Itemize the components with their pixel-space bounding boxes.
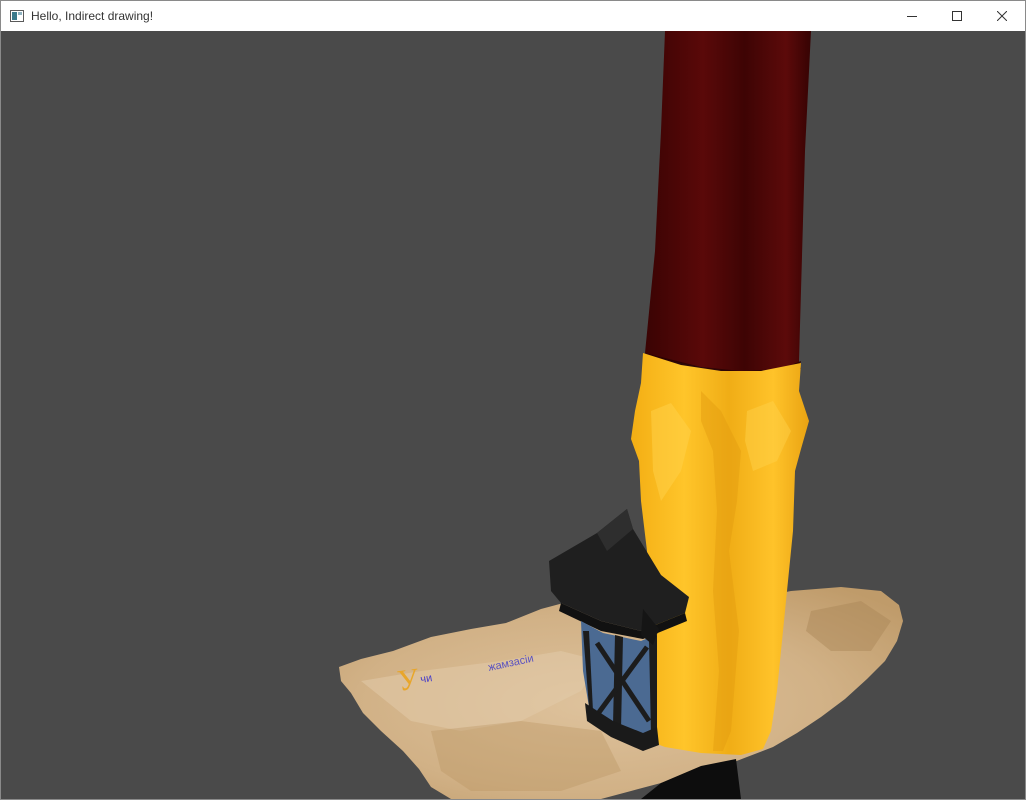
app-window: Hello, Indirect drawing! У чи жамзасіи bbox=[0, 0, 1026, 800]
scene-canvas: У чи жамзасіи bbox=[339, 31, 903, 799]
minimize-icon bbox=[907, 16, 917, 17]
candle-wax-top bbox=[645, 31, 811, 373]
render-viewport[interactable]: У чи жамзасіи bbox=[1, 31, 1025, 799]
title-bar[interactable]: Hello, Indirect drawing! bbox=[1, 1, 1025, 31]
minimize-button[interactable] bbox=[889, 1, 935, 31]
window-title: Hello, Indirect drawing! bbox=[31, 9, 154, 23]
map-word-1: чи bbox=[419, 672, 433, 686]
maximize-button[interactable] bbox=[934, 1, 980, 31]
close-button[interactable] bbox=[979, 1, 1025, 31]
app-icon bbox=[10, 9, 24, 22]
maximize-icon bbox=[952, 11, 962, 21]
close-icon bbox=[997, 11, 1007, 21]
